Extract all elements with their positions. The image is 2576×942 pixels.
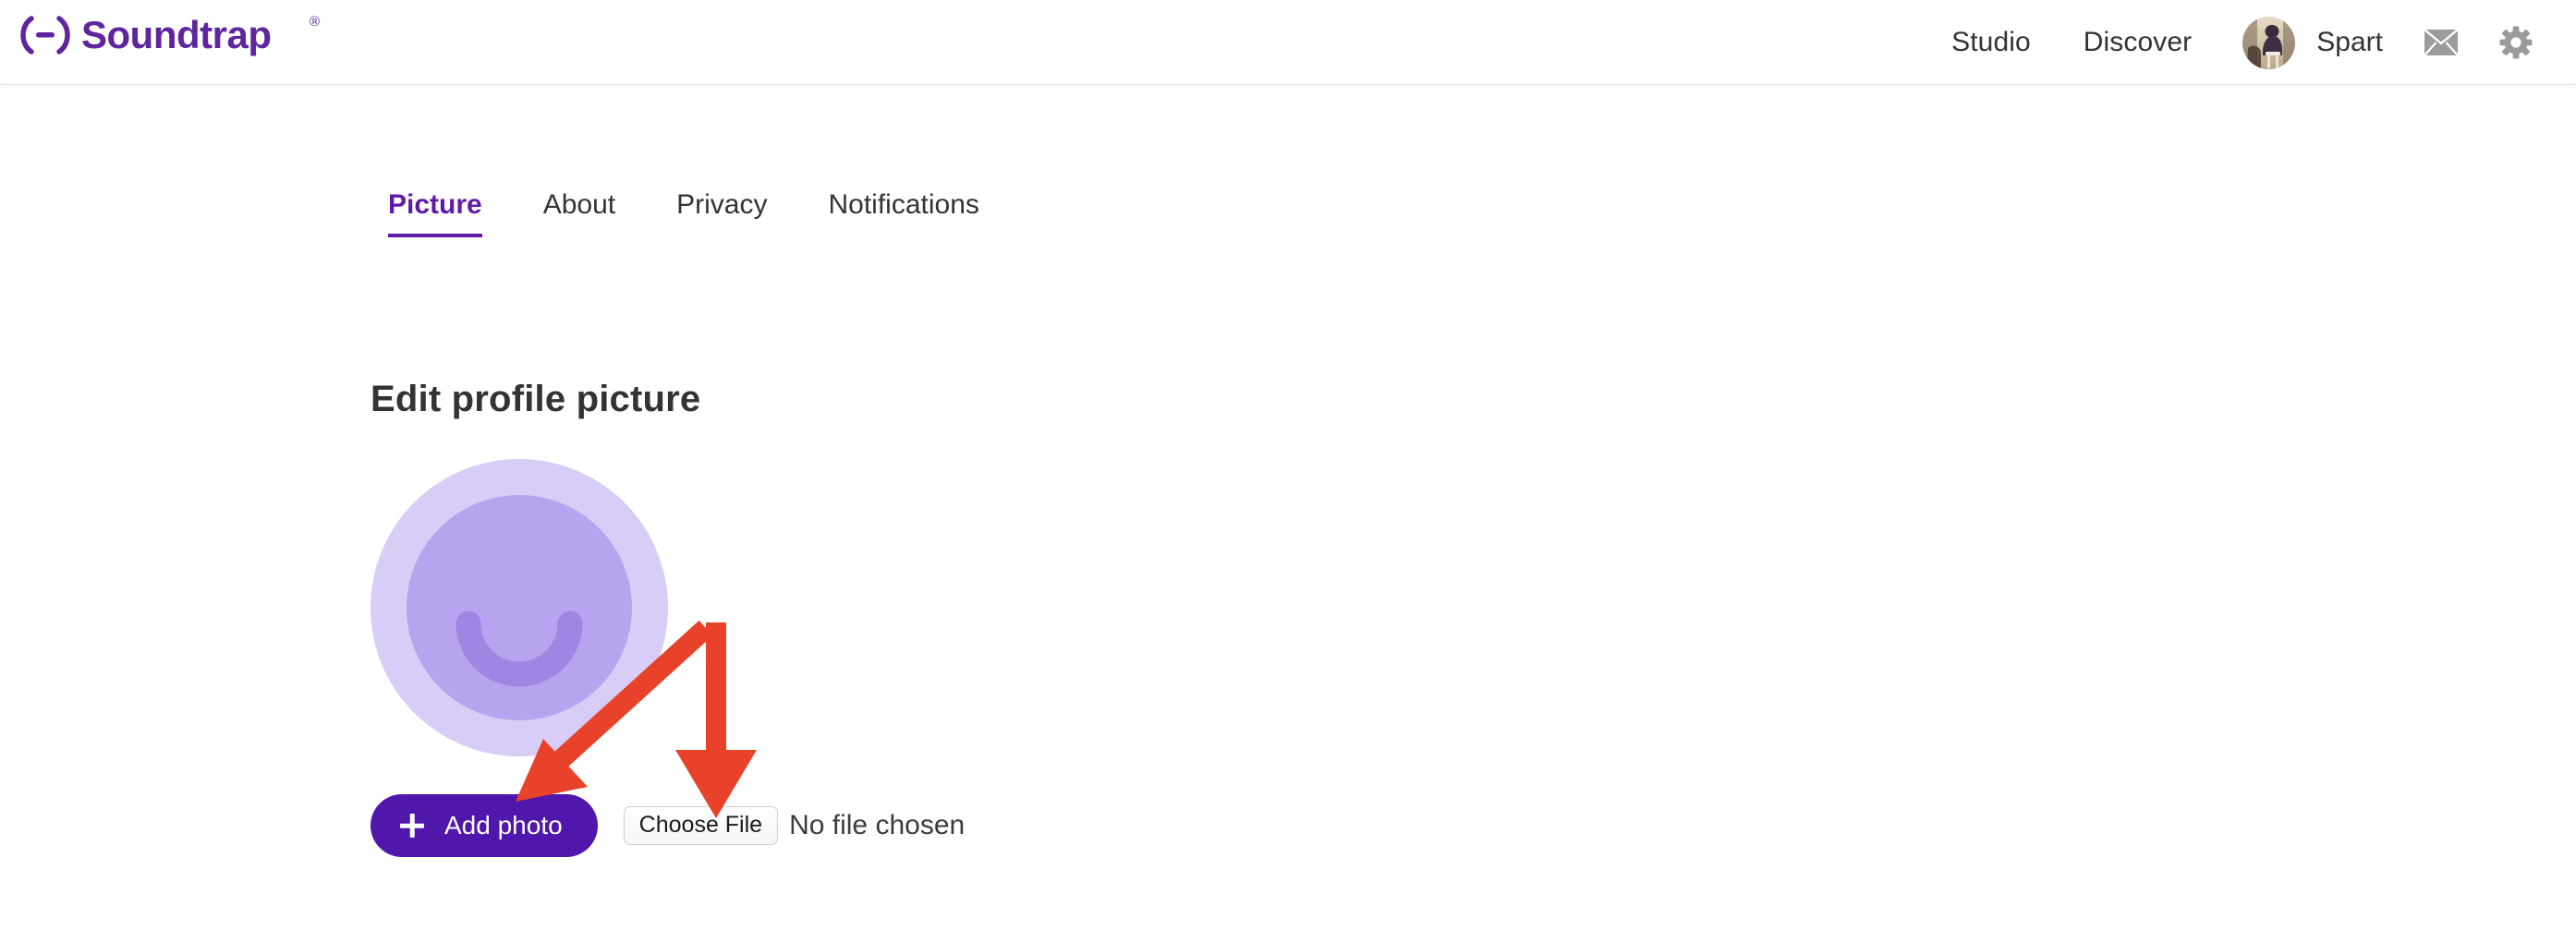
avatar-photo [2242,16,2296,69]
tab-notifications[interactable]: Notifications [828,189,978,237]
registered-trademark-symbol: ® [310,14,321,30]
picture-upload-controls: Add photo Choose File No file chosen [371,794,965,857]
choose-file-button[interactable]: Choose File [623,805,779,846]
profile-picture-preview[interactable] [371,459,668,756]
tab-picture[interactable]: Picture [388,189,482,237]
mail-icon-glyph [2424,29,2459,56]
gear-icon[interactable] [2499,26,2533,59]
file-status-label: No file chosen [789,810,966,840]
username-label[interactable]: Spart [2316,27,2383,58]
soundtrap-logo[interactable]: Soundtrap ® [13,7,320,63]
soundtrap-profile-picture-page: Soundtrap ® Studio Discover Spart Pictur… [0,0,2576,942]
svg-text:Soundtrap: Soundtrap [81,13,271,56]
default-smiley-avatar-icon [371,459,668,756]
header-right-group: Studio Discover Spart [1951,0,2576,85]
add-photo-button[interactable]: Add photo [371,794,598,857]
file-input-group: Choose File No file chosen [623,805,966,846]
arrow-to-choose-file-button [675,622,757,818]
nav-link-discover[interactable]: Discover [2084,27,2193,58]
tab-privacy[interactable]: Privacy [676,189,767,237]
nav-link-studio[interactable]: Studio [1951,27,2031,58]
avatar[interactable] [2242,16,2296,69]
gear-icon-glyph [2499,26,2533,59]
soundtrap-logo-mark: Soundtrap [20,13,272,56]
page-title: Edit profile picture [371,379,701,419]
profile-settings-tabs: Picture About Privacy Notifications [388,189,979,237]
plus-icon [400,814,424,838]
add-photo-button-label: Add photo [444,811,563,839]
site-header: Soundtrap ® Studio Discover Spart [0,0,2576,85]
tab-about[interactable]: About [543,189,615,237]
mail-icon[interactable] [2424,29,2459,56]
